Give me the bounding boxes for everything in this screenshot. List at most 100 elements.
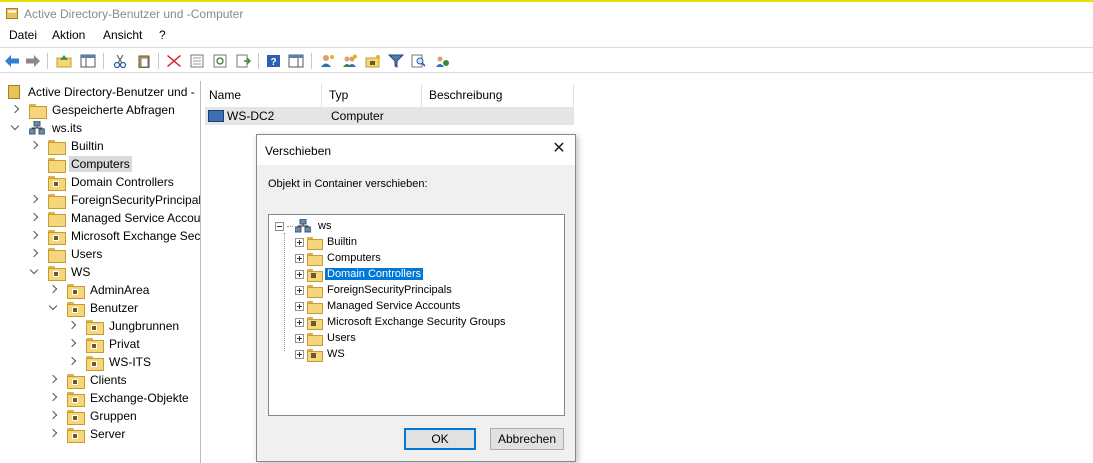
menu-help[interactable]: ? <box>159 28 166 42</box>
tree-item-exchange-objekte[interactable]: Exchange-Objekte <box>49 389 191 407</box>
tree-item-exchange-security-groups[interactable]: Microsoft Exchange Security Groups <box>30 227 200 245</box>
tree-item-jungbrunnen[interactable]: Jungbrunnen <box>68 317 181 335</box>
folder-icon <box>48 247 66 263</box>
tree-item-saved-queries[interactable]: Gespeicherte Abfragen <box>11 101 177 119</box>
new-ou-icon[interactable] <box>364 52 382 70</box>
chevron-right-icon[interactable] <box>49 375 59 385</box>
show-console-tree-icon[interactable] <box>79 52 97 70</box>
add-to-group-icon[interactable] <box>433 52 451 70</box>
dialog-tree-item-builtin[interactable]: Builtin <box>295 234 359 250</box>
tree-item-label: Exchange-Objekte <box>90 391 189 405</box>
dialog-tree-item-ws[interactable]: WS <box>295 346 347 362</box>
tree-item-ws-its[interactable]: WS-ITS <box>68 353 153 371</box>
back-arrow-icon[interactable] <box>3 52 21 70</box>
tree-item-users[interactable]: Users <box>30 245 104 263</box>
close-icon[interactable]: ✕ <box>551 141 567 157</box>
chevron-right-icon[interactable] <box>30 195 40 205</box>
menu-datei[interactable]: Datei <box>9 28 37 42</box>
show-hide-action-pane-icon[interactable] <box>287 52 305 70</box>
tree-item-domain[interactable]: ws.its <box>11 119 84 137</box>
chevron-down-icon[interactable] <box>49 303 59 313</box>
filter-icon[interactable] <box>387 52 405 70</box>
dialog-tree-item-managed-service-accounts[interactable]: Managed Service Accounts <box>295 298 462 314</box>
tree-item-label: WS-ITS <box>109 355 151 369</box>
ou-folder-icon <box>67 283 85 299</box>
chevron-right-icon[interactable] <box>49 393 59 403</box>
tree-item-domain-controllers[interactable]: Domain Controllers <box>30 173 176 191</box>
up-folder-icon[interactable] <box>55 52 73 70</box>
menu-ansicht[interactable]: Ansicht <box>103 28 142 42</box>
tree-item-builtin[interactable]: Builtin <box>30 137 106 155</box>
expand-icon[interactable] <box>295 333 304 343</box>
list-row[interactable]: WS-DC2 Computer <box>205 107 574 125</box>
help-icon[interactable]: ? <box>265 52 283 70</box>
chevron-right-icon[interactable] <box>68 339 78 349</box>
tree-item-label: WS <box>71 265 91 279</box>
forward-arrow-icon[interactable] <box>24 52 42 70</box>
chevron-right-icon[interactable] <box>49 429 59 439</box>
tree-item-ws[interactable]: WS <box>30 263 92 281</box>
chevron-right-icon[interactable] <box>11 105 21 115</box>
chevron-right-icon[interactable] <box>68 321 78 331</box>
tree-item-label: Builtin <box>71 139 104 153</box>
expand-icon[interactable] <box>295 301 304 311</box>
collapse-icon[interactable] <box>275 221 284 231</box>
expand-icon[interactable] <box>295 317 304 327</box>
ou-folder-icon <box>86 355 104 371</box>
tree-root[interactable]: Active Directory-Benutzer und - <box>8 83 197 101</box>
dialog-tree-item-foreign-security-principals[interactable]: ForeignSecurityPrincipals <box>295 282 454 298</box>
dialog-tree-item-domain-controllers[interactable]: Domain Controllers <box>295 266 424 282</box>
chevron-right-icon[interactable] <box>68 357 78 367</box>
tree-item-privat[interactable]: Privat <box>68 335 142 353</box>
chevron-right-icon[interactable] <box>30 141 40 151</box>
tree-item-adminarea[interactable]: AdminArea <box>49 281 151 299</box>
dialog-tree-root[interactable]: ws <box>275 218 333 234</box>
chevron-right-icon[interactable] <box>30 249 40 259</box>
chevron-right-icon[interactable] <box>30 231 40 241</box>
dialog-tree-label: Builtin <box>327 236 357 248</box>
ok-button[interactable]: OK <box>404 428 476 450</box>
tree-item-foreign-security-principals[interactable]: ForeignSecurityPrincipals <box>30 191 200 209</box>
ou-folder-icon <box>67 373 85 389</box>
chevron-right-icon[interactable] <box>49 285 59 295</box>
tree-item-gruppen[interactable]: Gruppen <box>49 407 139 425</box>
tree-item-label: Jungbrunnen <box>109 319 180 333</box>
toolbar-separator <box>311 53 312 69</box>
paste-icon[interactable] <box>135 52 153 70</box>
cancel-button[interactable]: Abbrechen <box>490 428 564 450</box>
dialog-tree-item-users[interactable]: Users <box>295 330 358 346</box>
svg-text:?: ? <box>270 57 276 68</box>
delete-icon[interactable] <box>165 52 183 70</box>
chevron-right-icon[interactable] <box>49 411 59 421</box>
column-header-name[interactable]: Name <box>202 84 322 108</box>
chevron-right-icon[interactable] <box>30 213 40 223</box>
cut-icon[interactable] <box>111 52 129 70</box>
tree-item-computers[interactable]: Computers <box>30 155 132 173</box>
find-icon[interactable] <box>410 52 428 70</box>
dialog-tree-item-computers[interactable]: Computers <box>295 250 383 266</box>
column-header-description[interactable]: Beschreibung <box>422 84 574 108</box>
toolbar-separator <box>103 53 104 69</box>
tree-item-managed-service-accounts[interactable]: Managed Service Accounts <box>30 209 200 227</box>
chevron-down-icon[interactable] <box>11 123 21 133</box>
properties-icon[interactable] <box>188 52 206 70</box>
expand-icon[interactable] <box>295 285 304 295</box>
menu-aktion[interactable]: Aktion <box>52 28 85 42</box>
tree-item-benutzer[interactable]: Benutzer <box>49 299 140 317</box>
column-header-type[interactable]: Typ <box>322 84 422 108</box>
expand-icon[interactable] <box>295 269 304 279</box>
dialog-tree-item-exchange-security-groups[interactable]: Microsoft Exchange Security Groups <box>295 314 508 330</box>
new-user-icon[interactable] <box>318 52 336 70</box>
ou-folder-icon <box>307 268 323 282</box>
chevron-down-icon[interactable] <box>30 267 40 277</box>
expand-icon[interactable] <box>295 237 304 247</box>
refresh-icon[interactable] <box>211 52 229 70</box>
ou-folder-icon <box>67 409 85 425</box>
tree-item-clients[interactable]: Clients <box>49 371 129 389</box>
export-list-icon[interactable] <box>234 52 252 70</box>
expand-icon[interactable] <box>295 253 304 263</box>
tree-item-server[interactable]: Server <box>49 425 127 443</box>
dialog-title: Verschieben <box>265 144 332 158</box>
expand-icon[interactable] <box>295 349 304 359</box>
new-group-icon[interactable] <box>341 52 359 70</box>
